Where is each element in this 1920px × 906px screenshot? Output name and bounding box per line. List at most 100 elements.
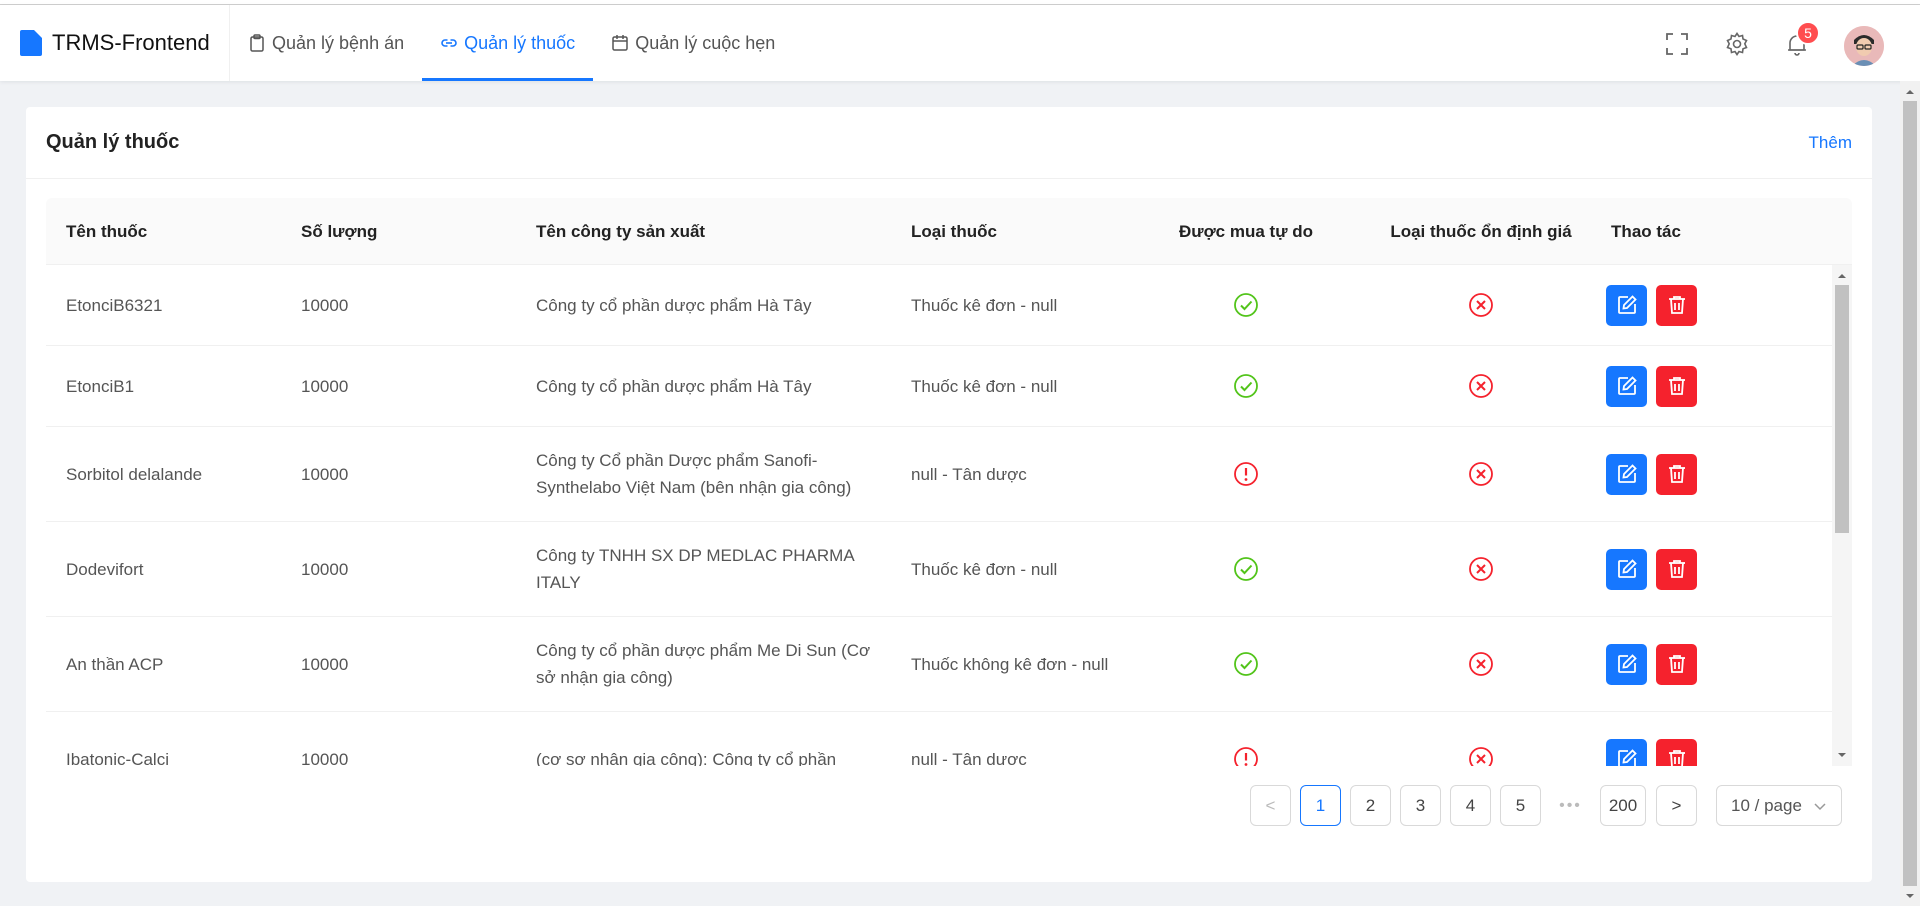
nav-item-medicines[interactable]: Quản lý thuốc	[422, 5, 594, 81]
table-scroll-thumb[interactable]	[1835, 285, 1849, 533]
cell-price-stable-status	[1376, 712, 1586, 766]
edit-button[interactable]	[1606, 284, 1647, 326]
brand[interactable]: TRMS-Frontend	[20, 5, 230, 81]
cell-actions	[1606, 522, 1746, 616]
calendar-icon	[612, 35, 628, 51]
cell-otc-status	[1146, 346, 1346, 426]
page-scrollbar[interactable]	[1900, 81, 1920, 906]
top-nav: Quản lý bệnh án Quản lý thuốc Quản lý cu…	[230, 5, 793, 81]
page-scroll-thumb[interactable]	[1903, 101, 1917, 886]
cell-actions	[1606, 617, 1746, 711]
table-row: Ibatonic-Calci 10000 (cơ sơ nhận gia công)…	[46, 712, 1832, 766]
notifications-button[interactable]: 5	[1784, 21, 1820, 57]
scroll-up-arrow-icon	[1906, 90, 1914, 94]
scroll-down-arrow-icon	[1906, 894, 1914, 898]
trash-icon	[1668, 560, 1685, 578]
column-header-otc: Được mua tự do	[1179, 221, 1313, 241]
edit-button[interactable]	[1606, 365, 1647, 407]
clipboard-icon	[250, 34, 264, 52]
next-page-button[interactable]: >	[1656, 785, 1697, 826]
page-1-button[interactable]: 1	[1300, 785, 1341, 826]
table-scrollbar[interactable]	[1832, 265, 1852, 766]
exclamation-circle-icon	[1234, 747, 1258, 766]
page-4-button[interactable]: 4	[1450, 785, 1491, 826]
edit-icon	[1617, 376, 1637, 395]
check-circle-icon	[1234, 374, 1258, 398]
cell-otc-status	[1146, 617, 1346, 711]
trash-icon	[1668, 750, 1685, 766]
add-button[interactable]: Thêm	[1809, 133, 1852, 153]
table-row: An thần ACP 10000 Công ty cổ phần dược phẩ…	[46, 617, 1832, 712]
cell-quantity: 10000	[301, 464, 349, 484]
edit-icon	[1617, 654, 1637, 673]
pagination-ellipsis[interactable]: •••	[1550, 785, 1591, 826]
delete-button[interactable]	[1656, 548, 1697, 590]
delete-button[interactable]	[1656, 643, 1697, 685]
cell-type: Thuốc kê đơn - null	[911, 376, 1058, 396]
trash-icon	[1668, 655, 1685, 673]
gear-icon	[1726, 32, 1748, 56]
column-header-type: Loại thuốc	[911, 221, 997, 241]
cell-type: Thuốc kê đơn - null	[911, 295, 1058, 315]
cell-type: null - Tân dược	[911, 464, 1027, 484]
cell-company: Công ty cổ phần dược phẩm Hà Tây	[536, 295, 812, 315]
table-row: Dodevifort 10000 Công ty TNHH SX DP MEDLAC…	[46, 522, 1832, 617]
medicines-card: Quản lý thuốc Thêm Tên thuốc Số lượng Tê…	[26, 107, 1872, 882]
cell-otc-status	[1146, 265, 1346, 345]
column-header-company: Tên công ty sản xuất	[536, 221, 706, 241]
cell-actions	[1606, 346, 1746, 426]
cell-price-stable-status	[1376, 265, 1586, 345]
cell-otc-status	[1146, 427, 1346, 521]
cell-name: EtonciB6321	[66, 295, 163, 315]
edit-button[interactable]	[1606, 738, 1647, 766]
nav-item-medical-records[interactable]: Quản lý bệnh án	[230, 5, 422, 81]
trash-icon	[1668, 465, 1685, 483]
app-header: TRMS-Frontend Quản lý bệnh án Quản lý th…	[0, 5, 1920, 81]
cell-company: Công ty TNHH SX DP MEDLAC PHARMA ITALY	[536, 546, 854, 592]
user-avatar[interactable]	[1844, 26, 1884, 66]
page-size-value: 10 / page	[1731, 795, 1802, 815]
cell-quantity: 10000	[301, 376, 349, 396]
edit-button[interactable]	[1606, 548, 1647, 590]
cell-name: An thần ACP	[66, 654, 164, 674]
prev-page-button[interactable]: <	[1250, 785, 1291, 826]
avatar-icon	[1844, 26, 1884, 66]
cell-price-stable-status	[1376, 522, 1586, 616]
close-circle-icon	[1469, 747, 1493, 766]
cell-name: Dodevifort	[66, 559, 144, 579]
page-5-button[interactable]: 5	[1500, 785, 1541, 826]
page-3-button[interactable]: 3	[1400, 785, 1441, 826]
nav-item-appointments[interactable]: Quản lý cuộc hẹn	[593, 5, 793, 81]
delete-button[interactable]	[1656, 365, 1697, 407]
close-circle-icon	[1469, 462, 1493, 486]
fullscreen-button[interactable]	[1664, 31, 1690, 57]
page-2-button[interactable]: 2	[1350, 785, 1391, 826]
chevron-down-icon	[1814, 802, 1826, 810]
trash-icon	[1668, 296, 1685, 314]
exclamation-circle-icon	[1234, 462, 1258, 486]
nav-item-label: Quản lý bệnh án	[272, 32, 405, 53]
column-header-price-stable: Loại thuốc ổn định giá	[1390, 221, 1572, 241]
edit-button[interactable]	[1606, 643, 1647, 685]
notification-badge: 5	[1796, 21, 1820, 45]
delete-button[interactable]	[1656, 453, 1697, 495]
cell-type: Thuốc kê đơn - null	[911, 559, 1058, 579]
edit-icon	[1617, 295, 1637, 314]
close-circle-icon	[1469, 374, 1493, 398]
cell-type: Thuốc không kê đơn - null	[911, 654, 1109, 674]
check-circle-icon	[1234, 652, 1258, 676]
page-size-select[interactable]: 10 / page	[1716, 785, 1842, 826]
edit-button[interactable]	[1606, 453, 1647, 495]
check-circle-icon	[1234, 557, 1258, 581]
page-last-button[interactable]: 200	[1600, 785, 1646, 826]
table-row: EtonciB6321 10000 Công ty cổ phần dược phẩ…	[46, 265, 1832, 346]
delete-button[interactable]	[1656, 738, 1697, 766]
delete-button[interactable]	[1656, 284, 1697, 326]
medicines-table: Tên thuốc Số lượng Tên công ty sản xuất …	[46, 198, 1852, 766]
cell-name: Ibatonic-Calci	[66, 749, 169, 767]
check-circle-icon	[1234, 293, 1258, 317]
cell-otc-status	[1146, 522, 1346, 616]
cell-name: Sorbitol delalande	[66, 464, 203, 484]
settings-button[interactable]	[1724, 31, 1750, 57]
edit-icon	[1617, 464, 1637, 483]
